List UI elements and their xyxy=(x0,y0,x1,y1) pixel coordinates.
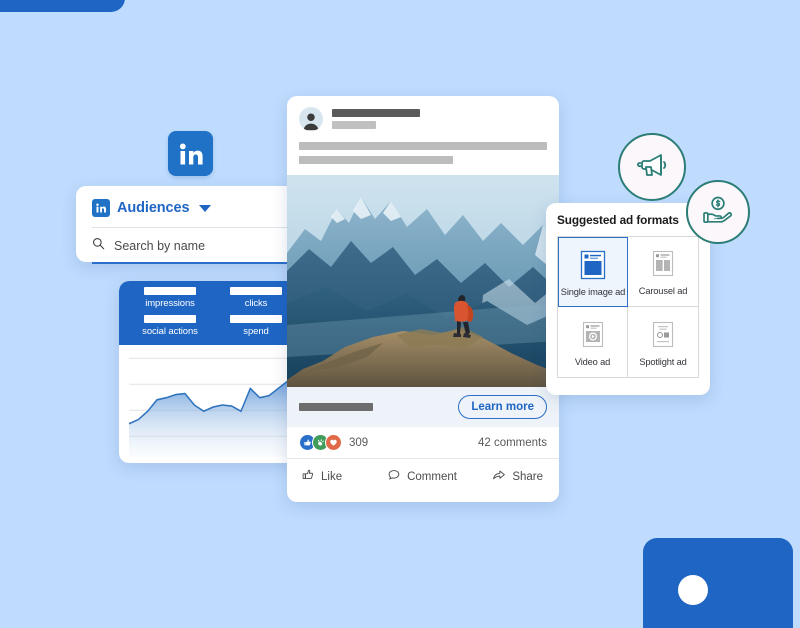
author-subtitle-placeholder xyxy=(332,121,376,129)
ad-format-spotlight[interactable]: Spotlight ad xyxy=(628,307,698,377)
search-input-value: Search by name xyxy=(114,239,206,253)
author-placeholder-group xyxy=(332,109,420,129)
comment-button[interactable]: Comment xyxy=(382,468,463,485)
ad-format-carousel[interactable]: Carousel ad xyxy=(628,237,698,307)
ad-format-single-image[interactable]: Single image ad xyxy=(558,237,628,307)
post-body xyxy=(287,131,559,164)
megaphone-badge xyxy=(618,133,686,201)
post-social-counts: 309 42 comments xyxy=(287,427,559,460)
metric-value-placeholder xyxy=(230,315,282,323)
hand-holding-coin-icon xyxy=(701,193,735,232)
avatar xyxy=(299,107,323,131)
search-input[interactable]: Search by name xyxy=(76,228,304,255)
metric-value-placeholder xyxy=(144,315,196,323)
like-label: Like xyxy=(321,470,343,483)
hand-money-badge xyxy=(686,180,750,244)
search-underline xyxy=(92,262,288,264)
metric-label: clicks xyxy=(244,298,268,309)
metric-label: social actions xyxy=(142,326,198,337)
metric-impressions: impressions xyxy=(127,284,213,312)
learn-more-button[interactable]: Learn more xyxy=(458,395,547,420)
metric-label: spend xyxy=(243,326,269,337)
ad-format-video[interactable]: Video ad xyxy=(558,307,628,377)
body-line-placeholder xyxy=(299,142,547,150)
panel-title: Suggested ad formats xyxy=(557,213,679,227)
audiences-card: Audiences Search by name xyxy=(76,186,304,264)
video-ad-icon xyxy=(576,318,610,352)
audiences-title: Audiences xyxy=(117,200,190,216)
search-icon xyxy=(92,237,105,255)
ad-format-label: Video ad xyxy=(574,356,611,367)
share-arrow-icon xyxy=(492,468,506,485)
post-author xyxy=(299,107,547,131)
ad-format-label: Spotlight ad xyxy=(639,356,687,367)
metrics-header: impressions clicks social actions spend xyxy=(119,281,307,345)
author-name-placeholder xyxy=(332,109,420,117)
share-button[interactable]: Share xyxy=(462,468,549,485)
mountain-hiker-photo xyxy=(287,175,559,387)
ad-format-label: Carousel ad xyxy=(638,286,688,296)
reaction-count: 309 xyxy=(349,436,369,449)
post-header xyxy=(287,96,559,131)
audiences-header[interactable]: Audiences xyxy=(76,186,304,217)
linkedin-post-card: Learn more 309 42 comments Like Comment … xyxy=(287,96,559,502)
thumbs-up-icon xyxy=(301,468,315,485)
chevron-down-icon[interactable] xyxy=(199,204,212,212)
post-cta-bar: Learn more xyxy=(287,387,559,428)
decorative-shape-top-left xyxy=(0,0,125,12)
ad-format-grid: Single image ad Carousel ad Video ad Spo… xyxy=(557,236,699,378)
performance-area-chart xyxy=(119,345,307,463)
comment-label: Comment xyxy=(407,470,457,483)
megaphone-icon xyxy=(634,147,670,188)
analytics-card: impressions clicks social actions spend xyxy=(119,281,307,463)
ad-format-label: Single image ad xyxy=(560,286,626,297)
body-line-placeholder xyxy=(299,156,453,164)
linkedin-mark-icon xyxy=(92,199,110,217)
decorative-shape-bottom-right xyxy=(643,538,793,628)
spotlight-ad-icon xyxy=(646,318,680,352)
decorative-dot xyxy=(678,575,708,605)
comment-bubble-icon xyxy=(387,468,401,485)
post-actions: Like Comment Share xyxy=(287,459,559,496)
linkedin-logo xyxy=(168,131,213,176)
love-reaction-icon xyxy=(325,434,342,452)
illustration-canvas: Audiences Search by name impressions cli… xyxy=(0,0,800,628)
metric-label: impressions xyxy=(145,298,195,309)
metric-social-actions: social actions xyxy=(127,312,213,340)
metric-value-placeholder xyxy=(230,287,282,295)
single-image-ad-icon xyxy=(576,248,610,282)
cta-headline-placeholder xyxy=(299,403,373,412)
reaction-icons[interactable] xyxy=(299,434,342,452)
share-label: Share xyxy=(512,470,544,483)
like-button[interactable]: Like xyxy=(297,468,382,485)
metric-value-placeholder xyxy=(144,287,196,295)
carousel-ad-icon xyxy=(646,247,680,281)
suggested-ad-formats-panel: Suggested ad formats Single image ad Car… xyxy=(546,203,710,395)
comment-count[interactable]: 42 comments xyxy=(478,437,547,449)
